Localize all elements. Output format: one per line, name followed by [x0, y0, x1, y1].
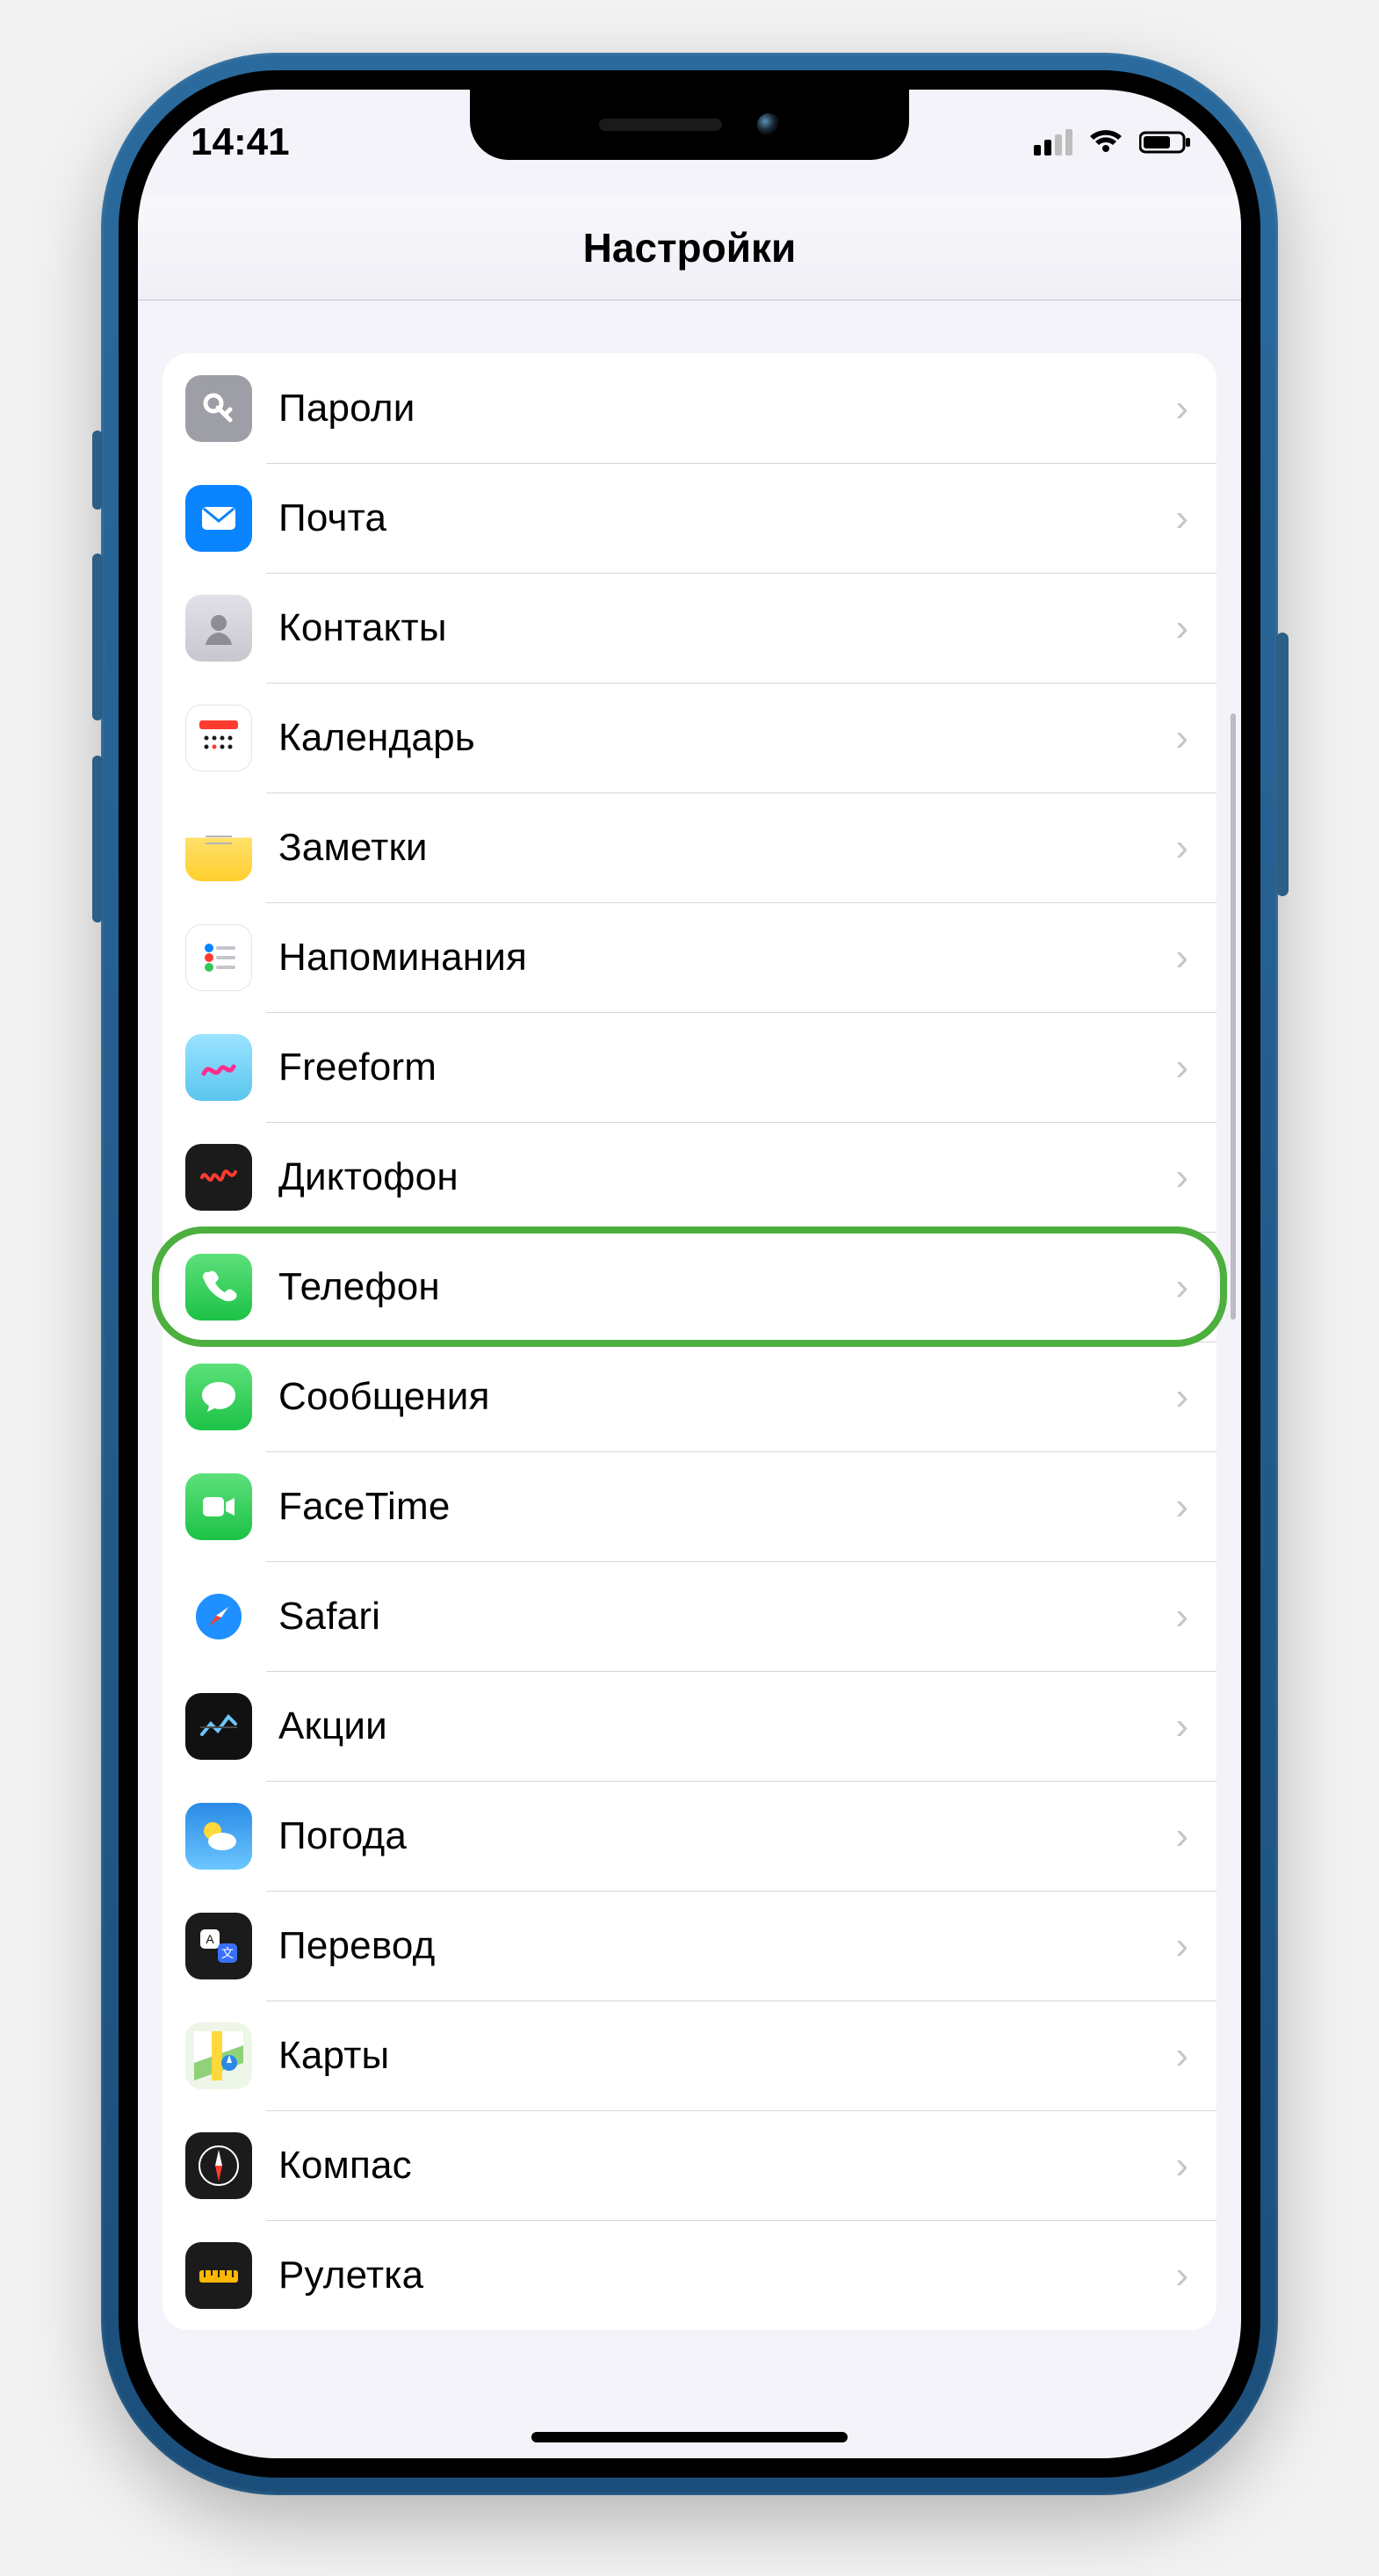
phone-screen: 14:41 Настройки Пароли›По: [138, 90, 1241, 2458]
power-button[interactable]: [1276, 633, 1289, 896]
facetime-icon: [185, 1473, 252, 1540]
settings-row-reminders[interactable]: Напоминания›: [162, 902, 1217, 1012]
settings-row-label: Freeform: [278, 1046, 1175, 1089]
settings-row-label: Напоминания: [278, 936, 1175, 980]
settings-row-label: Телефон: [278, 1265, 1175, 1309]
settings-row-label: Почта: [278, 496, 1175, 540]
mail-icon: [185, 485, 252, 552]
settings-row-messages[interactable]: Сообщения›: [162, 1342, 1217, 1451]
chevron-right-icon: ›: [1175, 2034, 1188, 2078]
settings-group: Пароли›Почта›Контакты›Календарь›Заметки›…: [162, 353, 1217, 2330]
settings-row-label: Акции: [278, 1704, 1175, 1748]
settings-row-label: Рулетка: [278, 2254, 1175, 2297]
chevron-right-icon: ›: [1175, 606, 1188, 650]
settings-row-label: Погода: [278, 1814, 1175, 1858]
phone-bezel: 14:41 Настройки Пароли›По: [119, 70, 1260, 2478]
wifi-icon: [1088, 129, 1123, 156]
status-time: 14:41: [191, 120, 290, 164]
settings-row-contacts[interactable]: Контакты›: [162, 573, 1217, 683]
notes-icon: [185, 814, 252, 881]
settings-row-label: Пароли: [278, 387, 1175, 431]
mute-switch[interactable]: [92, 431, 103, 510]
key-icon: [185, 375, 252, 442]
contacts-icon: [185, 595, 252, 662]
weather-icon: [185, 1803, 252, 1870]
volume-up-button[interactable]: [92, 554, 103, 720]
settings-row-label: Компас: [278, 2144, 1175, 2188]
phone-icon: [185, 1254, 252, 1321]
settings-row-label: Карты: [278, 2034, 1175, 2078]
svg-text:文: 文: [221, 1946, 234, 1960]
messages-icon: [185, 1364, 252, 1430]
settings-row-facetime[interactable]: FaceTime›: [162, 1451, 1217, 1561]
home-indicator[interactable]: [531, 2432, 848, 2442]
safari-icon: [185, 1583, 252, 1650]
front-camera: [757, 113, 780, 136]
settings-row-safari[interactable]: Safari›: [162, 1561, 1217, 1671]
settings-row-label: Перевод: [278, 1924, 1175, 1968]
chevron-right-icon: ›: [1175, 1265, 1188, 1309]
chevron-right-icon: ›: [1175, 496, 1188, 540]
settings-row-passwords[interactable]: Пароли›: [162, 353, 1217, 463]
reminders-icon: [185, 924, 252, 991]
settings-row-phone[interactable]: Телефон›: [162, 1232, 1217, 1342]
chevron-right-icon: ›: [1175, 1924, 1188, 1968]
settings-row-measure[interactable]: Рулетка›: [162, 2220, 1217, 2330]
nav-bar: Настройки: [138, 195, 1241, 300]
settings-row-voicememo[interactable]: Диктофон›: [162, 1122, 1217, 1232]
settings-row-label: Календарь: [278, 716, 1175, 760]
settings-row-label: Сообщения: [278, 1375, 1175, 1419]
page-title: Настройки: [583, 224, 797, 271]
settings-row-label: Контакты: [278, 606, 1175, 650]
settings-row-weather[interactable]: Погода›: [162, 1781, 1217, 1891]
speaker-grille: [599, 119, 722, 131]
freeform-icon: [185, 1034, 252, 1101]
chevron-right-icon: ›: [1175, 826, 1188, 870]
settings-row-notes[interactable]: Заметки›: [162, 792, 1217, 902]
compass-icon: [185, 2132, 252, 2199]
measure-icon: [185, 2242, 252, 2309]
chevron-right-icon: ›: [1175, 936, 1188, 980]
voicememo-icon: [185, 1144, 252, 1211]
settings-row-freeform[interactable]: Freeform›: [162, 1012, 1217, 1122]
settings-row-calendar[interactable]: Календарь›: [162, 683, 1217, 792]
display-notch: [470, 90, 909, 160]
chevron-right-icon: ›: [1175, 2144, 1188, 2188]
chevron-right-icon: ›: [1175, 1046, 1188, 1089]
settings-row-label: Заметки: [278, 826, 1175, 870]
phone-frame: 14:41 Настройки Пароли›По: [101, 53, 1278, 2495]
settings-row-compass[interactable]: Компас›: [162, 2110, 1217, 2220]
settings-row-translate[interactable]: A文 Перевод›: [162, 1891, 1217, 2001]
settings-scroll-area[interactable]: Пароли›Почта›Контакты›Календарь›Заметки›…: [138, 300, 1241, 2458]
chevron-right-icon: ›: [1175, 1155, 1188, 1199]
calendar-icon: [185, 705, 252, 771]
chevron-right-icon: ›: [1175, 2254, 1188, 2297]
chevron-right-icon: ›: [1175, 1485, 1188, 1529]
chevron-right-icon: ›: [1175, 1595, 1188, 1639]
cellular-signal-icon: [1034, 129, 1072, 156]
translate-icon: A文: [185, 1913, 252, 1979]
scrollbar-thumb[interactable]: [1231, 713, 1236, 1320]
settings-row-label: Safari: [278, 1595, 1175, 1639]
chevron-right-icon: ›: [1175, 387, 1188, 431]
settings-row-label: Диктофон: [278, 1155, 1175, 1199]
battery-icon: [1139, 130, 1192, 155]
chevron-right-icon: ›: [1175, 1375, 1188, 1419]
volume-down-button[interactable]: [92, 756, 103, 923]
chevron-right-icon: ›: [1175, 1814, 1188, 1858]
chevron-right-icon: ›: [1175, 1704, 1188, 1748]
svg-text:A: A: [206, 1932, 214, 1946]
settings-row-mail[interactable]: Почта›: [162, 463, 1217, 573]
settings-row-label: FaceTime: [278, 1485, 1175, 1529]
chevron-right-icon: ›: [1175, 716, 1188, 760]
settings-row-stocks[interactable]: Акции›: [162, 1671, 1217, 1781]
stocks-icon: [185, 1693, 252, 1760]
maps-icon: [185, 2022, 252, 2089]
settings-row-maps[interactable]: Карты›: [162, 2001, 1217, 2110]
